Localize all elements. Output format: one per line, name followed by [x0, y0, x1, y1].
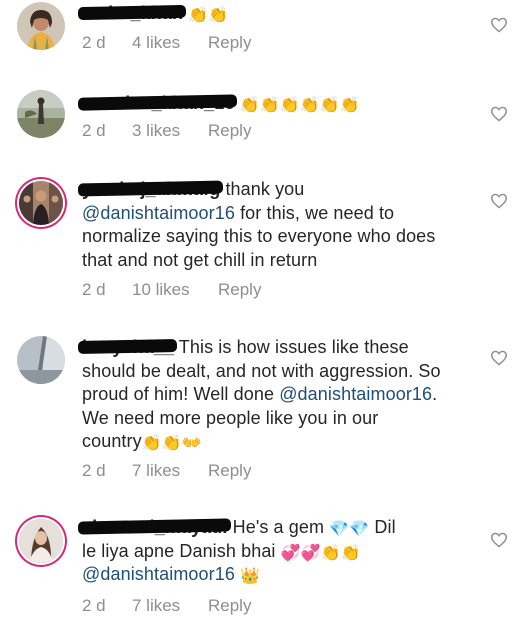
likes-count[interactable]: 3 likes [132, 121, 180, 141]
reply-button[interactable]: Reply [218, 280, 261, 300]
username[interactable]: ksaysha__ [77, 336, 178, 360]
heart-icon[interactable] [490, 532, 508, 548]
clap-emoji: 👏 [239, 97, 260, 114]
avatar[interactable] [17, 336, 65, 384]
comment-text: yumhaj_ahmafg thank you @danishtaimoor16… [77, 178, 482, 272]
mention-link[interactable]: @danishtaimoor16 [279, 384, 432, 404]
comment-text: amira_khan 👏👏 [77, 2, 482, 26]
comment-time: 2 d [82, 596, 106, 615]
comment-text: aheesad_mayadi He's a gem 💎💎 Dil le liya… [77, 516, 482, 587]
heart-icon[interactable] [490, 17, 508, 33]
hearts-emoji: 💞 [280, 544, 301, 562]
avatar[interactable] [17, 2, 65, 50]
username[interactable]: momina_khan_16 [77, 92, 238, 116]
avatar[interactable] [19, 519, 63, 563]
clap-emoji: 👏 [141, 435, 162, 452]
clap-emoji: 👏 [259, 97, 280, 114]
reply-button[interactable]: Reply [208, 121, 251, 141]
gem-emoji: 💎 [329, 521, 350, 538]
comment-time: 2 d [82, 280, 106, 299]
clap-emoji: 👏 [279, 97, 300, 114]
gem-emoji: 💎 [349, 521, 370, 538]
heart-icon[interactable] [490, 350, 508, 366]
likes-count[interactable]: 7 likes [132, 596, 180, 616]
comment-time: 2 d [82, 33, 106, 52]
reply-button[interactable]: Reply [208, 596, 251, 616]
username[interactable]: yumhaj_ahmafg [77, 178, 224, 202]
clap-emoji: 👏 [339, 97, 360, 114]
username[interactable]: aheesad_mayadi [77, 516, 231, 540]
likes-count[interactable]: 4 likes [132, 33, 180, 53]
clap-emoji: 👏 [299, 97, 320, 114]
comment-time: 2 d [82, 121, 106, 140]
open-hands-emoji: 👐 [181, 435, 202, 452]
mention-link[interactable]: @danishtaimoor16 [82, 564, 235, 584]
reply-button[interactable]: Reply [208, 33, 251, 53]
clap-emoji: 👏 [161, 435, 182, 452]
avatar[interactable] [17, 90, 65, 138]
heart-icon[interactable] [490, 106, 508, 122]
likes-count[interactable]: 7 likes [132, 461, 180, 481]
crown-emoji: 👑 [240, 568, 261, 585]
heart-icon[interactable] [490, 193, 508, 209]
username[interactable]: amira_khan [77, 2, 187, 26]
clap-emoji: 👏 [340, 544, 361, 562]
avatar[interactable] [19, 181, 63, 225]
comment-text: momina_khan_16 👏👏👏👏👏👏 [77, 92, 482, 116]
likes-count[interactable]: 10 likes [132, 280, 190, 300]
hearts-emoji: 💞 [300, 544, 321, 562]
clap-emoji: 👏 [319, 97, 340, 114]
mention-link[interactable]: @danishtaimoor16 [82, 203, 235, 223]
clap-emoji: 👏 [208, 7, 229, 24]
comment-time: 2 d [82, 461, 106, 480]
reply-button[interactable]: Reply [208, 461, 251, 481]
clap-emoji: 👏 [320, 544, 341, 562]
clap-emoji: 👏 [188, 7, 209, 24]
comment-text: ksaysha__ This is how issues like these … [77, 336, 482, 454]
